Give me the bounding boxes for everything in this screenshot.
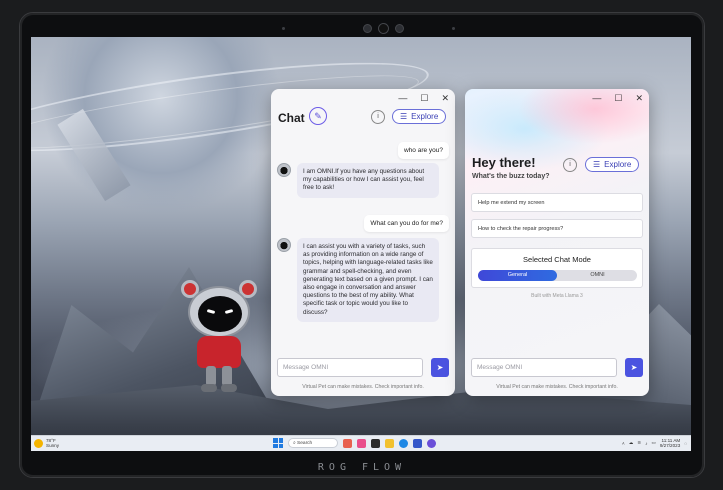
close-button[interactable]: ✕	[441, 93, 449, 104]
notification-icon[interactable]: ◌	[684, 441, 687, 446]
mascot-eye	[224, 309, 234, 314]
sensor-dot	[282, 27, 285, 30]
menu-icon: ☰	[593, 160, 601, 169]
mascot-head	[188, 286, 250, 338]
message-composer: ➤	[277, 358, 449, 377]
send-icon[interactable]: ➤	[625, 358, 643, 377]
clock[interactable]: 11:11 AM 9/27/2023	[660, 438, 680, 448]
battery-icon[interactable]: ▭	[651, 440, 655, 446]
virtual-pet-app-icon[interactable]	[427, 438, 436, 448]
chat-title: Chat	[278, 111, 305, 125]
taskbar: 78°F Sunny ⌕ Search ˄ ☁ ≋ ♪ ▭ 11:11 AM 9…	[31, 435, 691, 451]
message-composer: ➤	[471, 358, 643, 377]
minimize-button[interactable]: —	[398, 93, 407, 104]
volume-icon[interactable]: ♪	[645, 441, 647, 446]
windows-start-icon[interactable]	[273, 438, 283, 448]
greeting-title: Hey there!	[472, 155, 536, 170]
weather-text: 78°F Sunny	[46, 438, 59, 448]
chat-mode-toggle: General OMNI	[478, 270, 637, 281]
info-icon[interactable]: i	[371, 110, 385, 124]
mode-general-option[interactable]: General	[478, 270, 557, 281]
chat-mode-title: Selected Chat Mode	[523, 255, 591, 264]
assistant-message: I am OMNI.If you have any questions abou…	[297, 163, 439, 198]
send-icon[interactable]: ➤	[431, 358, 449, 377]
widget-app-icon[interactable]	[343, 438, 352, 448]
new-chat-icon[interactable]: ✎	[309, 107, 327, 125]
suggestion-chip[interactable]: How to check the repair progress?	[471, 219, 643, 238]
suggestion-chip[interactable]: Help me extend my screen	[471, 193, 643, 212]
virtual-pet-mascot[interactable]	[179, 280, 259, 395]
mascot-foot	[221, 384, 237, 392]
mode-omni-option[interactable]: OMNI	[558, 270, 637, 281]
mascot-eye	[206, 309, 216, 314]
weather-condition: Sunny	[46, 443, 60, 448]
message-input[interactable]	[277, 358, 423, 377]
menu-icon: ☰	[400, 112, 408, 121]
tray-chevron-icon[interactable]: ˄	[622, 441, 625, 446]
assistant-message: I can assist you with a variety of tasks…	[297, 238, 439, 322]
chat-window: — ☐ ✕ Chat ✎ i ☰ Explore who are you? I a…	[271, 89, 455, 396]
task-view-icon[interactable]	[371, 438, 380, 448]
search-label: Search	[297, 441, 313, 446]
weather-widget[interactable]: 78°F Sunny	[34, 438, 59, 448]
disclaimer-text: Virtual Pet can make mistakes. Check imp…	[496, 384, 618, 390]
user-message: who are you?	[397, 142, 449, 159]
sensor-dot	[452, 27, 455, 30]
window-controls: — ☐ ✕	[398, 93, 449, 104]
file-explorer-icon[interactable]	[385, 438, 394, 448]
taskbar-search[interactable]: ⌕ Search	[288, 438, 338, 448]
mascot-face	[198, 296, 242, 332]
store-icon[interactable]	[413, 438, 422, 448]
cloud-icon[interactable]: ☁	[629, 440, 634, 446]
mascot-foot	[201, 384, 217, 392]
edge-browser-icon[interactable]	[399, 438, 408, 448]
mascot-leg	[206, 366, 216, 386]
assistant-avatar-icon	[277, 163, 291, 177]
home-window: — ☐ ✕ Hey there! What's the buzz today? …	[465, 89, 649, 396]
message-input[interactable]	[471, 358, 617, 377]
explore-label: Explore	[604, 160, 632, 169]
clock-date: 9/27/2023	[659, 443, 681, 448]
chat-mode-panel: Selected Chat Mode General OMNI	[471, 248, 643, 288]
taskbar-apps: ⌕ Search	[273, 438, 436, 448]
wifi-icon[interactable]: ≋	[637, 440, 641, 446]
mascot-hoodie	[197, 336, 241, 368]
maximize-button[interactable]: ☐	[420, 93, 428, 104]
disclaimer-text: Virtual Pet can make mistakes. Check imp…	[302, 384, 424, 390]
mascot-leg	[222, 366, 232, 386]
explore-button[interactable]: ☰ Explore	[585, 157, 640, 172]
desktop-screen: — ☐ ✕ Chat ✎ i ☰ Explore who are you? I a…	[31, 37, 691, 451]
user-message: What can you do for me?	[364, 215, 449, 232]
explore-label: Explore	[411, 112, 439, 121]
brand-logo: ROG FLOW	[317, 462, 407, 473]
sun-icon	[34, 438, 43, 448]
explore-button[interactable]: ☰ Explore	[392, 109, 447, 124]
window-controls: — ☐ ✕	[592, 93, 643, 104]
close-button[interactable]: ✕	[635, 93, 643, 104]
system-tray: ˄ ☁ ≋ ♪ ▭ 11:11 AM 9/27/2023 ◌	[622, 438, 687, 448]
minimize-button[interactable]: —	[592, 93, 601, 104]
camera-array	[353, 22, 413, 34]
maximize-button[interactable]: ☐	[614, 93, 622, 104]
copilot-icon[interactable]	[357, 438, 366, 448]
built-with-label: Built with Meta Llama 3	[531, 293, 583, 299]
info-icon[interactable]: i	[563, 158, 577, 172]
assistant-avatar-icon	[277, 238, 291, 252]
greeting-subtitle: What's the buzz today?	[472, 173, 550, 180]
